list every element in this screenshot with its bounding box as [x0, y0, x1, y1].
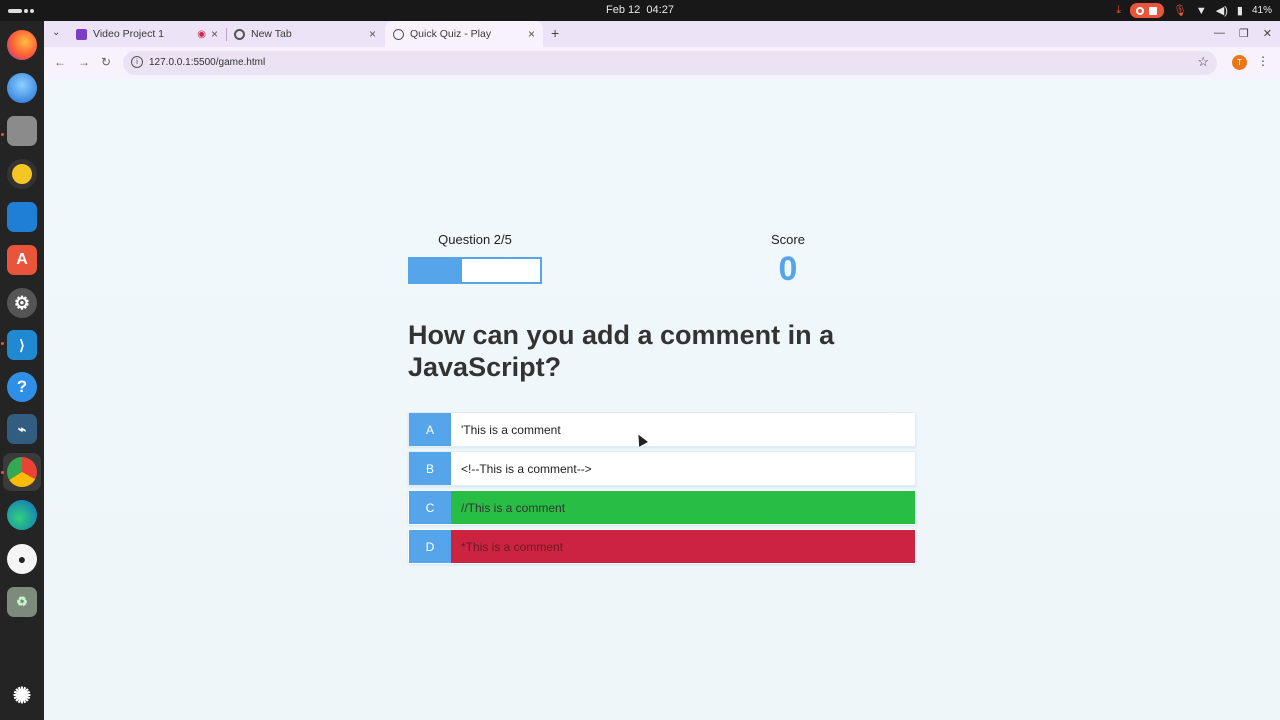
progress-bar: [408, 257, 542, 284]
choice-d[interactable]: D *This is a comment: [408, 529, 916, 564]
running-indicator: [1, 133, 4, 136]
forward-arrow-icon[interactable]: →: [78, 55, 90, 69]
address-url[interactable]: 127.0.0.1:5500/game.html: [149, 57, 265, 68]
thunderbird-icon[interactable]: [7, 73, 37, 103]
reload-icon[interactable]: ↻: [101, 55, 111, 69]
choice-b[interactable]: B <!--This is a comment-->: [408, 451, 916, 486]
close-tab-icon[interactable]: ×: [211, 27, 218, 41]
profile-avatar[interactable]: T: [1232, 55, 1247, 70]
tab-video-project[interactable]: Video Project 1 ◉ ×: [68, 21, 227, 47]
running-indicator: [1, 342, 4, 345]
app-center-icon[interactable]: A: [7, 245, 37, 275]
firefox-icon[interactable]: [7, 30, 37, 60]
address-bar[interactable]: i 127.0.0.1:5500/game.html ☆: [123, 51, 1217, 75]
wifi-icon: ▼: [1195, 4, 1207, 17]
clock-time: 04:27: [646, 4, 674, 16]
score-label: Score: [771, 232, 805, 247]
browser-toolbar: ← → ↻ i 127.0.0.1:5500/game.html ☆ T ⋮: [44, 47, 1280, 79]
choice-prefix: A: [409, 413, 451, 446]
new-tab-button[interactable]: +: [551, 25, 559, 41]
trash-icon[interactable]: ♻: [7, 587, 37, 617]
vscode-icon[interactable]: ⟩: [7, 330, 37, 360]
recording-dot-icon: ◉: [197, 28, 206, 40]
clock[interactable]: Feb 12 04:27: [0, 4, 1280, 16]
tab-title: New Tab: [251, 28, 292, 40]
system-tray[interactable]: ⤓ 🎙 ▼ ◀) ▮ 41%: [1116, 3, 1272, 18]
tab-quick-quiz[interactable]: Quick Quiz - Play ×: [385, 21, 543, 47]
tab-title: Video Project 1: [93, 28, 165, 40]
choice-text: 'This is a comment: [461, 422, 561, 437]
score-panel: Score 0: [738, 232, 838, 289]
clapper-icon: [76, 28, 87, 40]
browser-window: ⌄ Video Project 1 ◉ × New Tab × Quick Qu…: [44, 21, 1280, 720]
choice-prefix: B: [409, 452, 451, 485]
github-icon[interactable]: ●: [7, 544, 37, 574]
restore-icon[interactable]: ❐: [1239, 27, 1249, 40]
question-counter-label: Question 2/5: [438, 232, 512, 247]
dock: A ⚙ ⟩ ? ⌁ ● ♻ ✺: [0, 21, 44, 720]
back-arrow-icon[interactable]: ←: [54, 55, 66, 69]
quiz-page: Question 2/5 Score 0 How can you add a c…: [44, 79, 1280, 720]
battery-percentage: 41%: [1251, 5, 1272, 16]
files-icon[interactable]: [7, 116, 37, 146]
download-icon: ⤓: [1116, 4, 1121, 16]
chrome-icon[interactable]: [7, 457, 37, 487]
running-indicator: [1, 471, 4, 474]
choice-c[interactable]: C //This is a comment: [408, 490, 916, 525]
close-window-icon[interactable]: ✕: [1263, 27, 1272, 40]
question-text: How can you add a comment in a JavaScrip…: [408, 320, 835, 382]
progress-bar-fill: [410, 259, 462, 282]
edge-icon[interactable]: [7, 500, 37, 530]
site-info-icon[interactable]: i: [131, 56, 143, 68]
globe-icon: [393, 28, 404, 40]
choice-text: <!--This is a comment-->: [461, 461, 592, 476]
ubuntu-icon[interactable]: ✺: [7, 681, 37, 711]
close-tab-icon[interactable]: ×: [528, 27, 535, 41]
system-top-bar: Feb 12 04:27 ⤓ 🎙 ▼ ◀) ▮ 41%: [0, 0, 1280, 21]
microphone-icon: 🎙: [1172, 5, 1187, 17]
tab-search-chevron-icon[interactable]: ⌄: [52, 27, 60, 38]
minimize-icon[interactable]: —: [1214, 27, 1225, 40]
tab-title: Quick Quiz - Play: [410, 28, 492, 40]
clock-date: Feb 12: [606, 4, 641, 16]
settings-icon[interactable]: ⚙: [7, 288, 37, 318]
choice-text: *This is a comment: [451, 530, 915, 563]
help-icon[interactable]: ?: [7, 372, 37, 402]
kebab-menu-icon[interactable]: ⋮: [1257, 54, 1269, 68]
choice-list: A 'This is a comment B <!--This is a com…: [408, 412, 916, 568]
writer-icon[interactable]: [7, 202, 37, 232]
bookmark-star-icon[interactable]: ☆: [1197, 54, 1209, 70]
tab-strip: ⌄ Video Project 1 ◉ × New Tab × Quick Qu…: [44, 21, 1280, 47]
close-tab-icon[interactable]: ×: [369, 27, 376, 41]
tab-new-tab[interactable]: New Tab ×: [226, 21, 384, 47]
choice-prefix: D: [409, 530, 451, 563]
score-value: 0: [778, 250, 798, 288]
screen-recording-indicator[interactable]: [1129, 3, 1164, 18]
question-counter: Question 2/5: [408, 232, 542, 247]
window-controls: — ❐ ✕: [1214, 27, 1272, 40]
choice-text: //This is a comment: [451, 491, 915, 524]
quiz-hud: Question 2/5 Score 0: [408, 232, 916, 292]
rhythmbox-icon[interactable]: [7, 159, 37, 189]
mysql-workbench-icon[interactable]: ⌁: [7, 414, 37, 444]
volume-icon: ◀): [1215, 5, 1228, 17]
choice-a[interactable]: A 'This is a comment: [408, 412, 916, 447]
choice-prefix: C: [409, 491, 451, 524]
chrome-favicon-icon: [234, 28, 245, 40]
battery-icon: ▮: [1236, 5, 1243, 17]
